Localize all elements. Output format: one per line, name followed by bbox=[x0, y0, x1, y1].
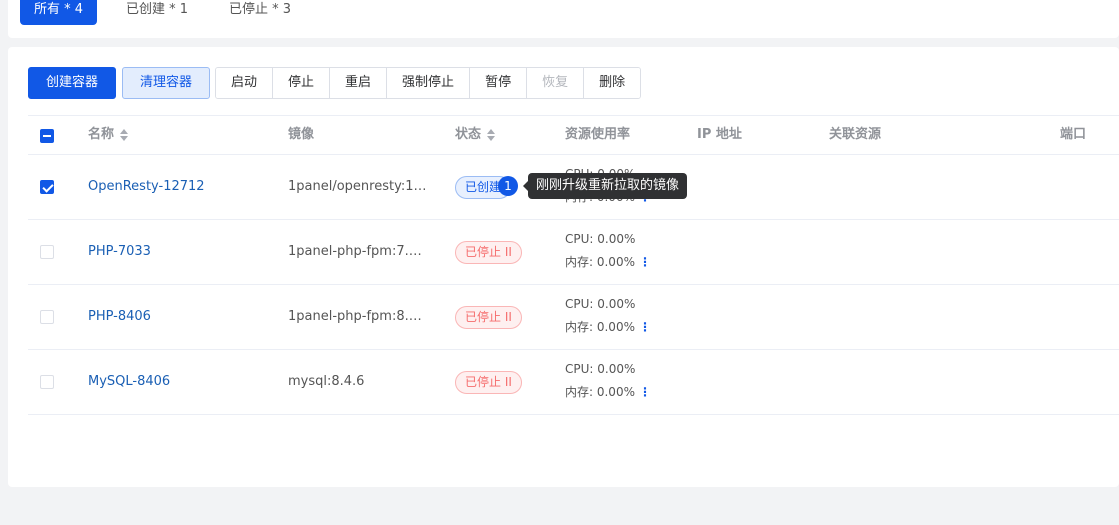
cpu-usage: CPU: 0.00% bbox=[565, 362, 636, 376]
more-icon[interactable]: ⋮ bbox=[639, 320, 651, 334]
select-all-checkbox[interactable] bbox=[40, 129, 54, 143]
row-checkbox[interactable] bbox=[40, 245, 54, 259]
memory-usage: 内存: 0.00% bbox=[565, 320, 635, 334]
cpu-usage: CPU: 0.00% bbox=[565, 297, 636, 311]
column-name-header[interactable]: 名称 bbox=[88, 116, 129, 156]
table-row: PHP-7033 1panel-php-fpm:7.0.33 已停止 II CP… bbox=[28, 220, 1119, 285]
pause-button[interactable]: 暂停 bbox=[470, 68, 528, 98]
container-name-link[interactable]: MySQL-8406 bbox=[88, 374, 170, 389]
column-status-label: 状态 bbox=[455, 127, 482, 142]
table-row: MySQL-8406 mysql:8.4.6 已停止 II CPU: 0.00%… bbox=[28, 350, 1119, 415]
sort-icon[interactable] bbox=[487, 128, 496, 141]
row-checkbox[interactable] bbox=[40, 310, 54, 324]
force-stop-button[interactable]: 强制停止 bbox=[387, 68, 471, 98]
cpu-usage: CPU: 0.00% bbox=[565, 232, 636, 246]
status-badge[interactable]: 已停止 II bbox=[455, 241, 522, 264]
status-badge[interactable]: 已停止 II bbox=[455, 371, 522, 394]
container-action-group: 启动 停止 重启 强制停止 暂停 恢复 删除 bbox=[215, 67, 642, 99]
column-port-header: 端口 bbox=[1060, 127, 1087, 142]
clean-container-button[interactable]: 清理容器 bbox=[122, 67, 210, 99]
container-name-link[interactable]: PHP-8406 bbox=[88, 309, 151, 324]
table-header: 名称 镜像 状态 资源使用率 IP 地址 关联资源 端口 bbox=[28, 115, 1119, 155]
delete-button[interactable]: 删除 bbox=[584, 68, 641, 98]
row-checkbox[interactable] bbox=[40, 180, 54, 194]
column-status-header[interactable]: 状态 bbox=[455, 116, 496, 156]
resume-button[interactable]: 恢复 bbox=[527, 68, 585, 98]
column-usage-header: 资源使用率 bbox=[565, 127, 631, 142]
resource-usage: CPU: 0.00% 内存: 0.00% ⋮ bbox=[565, 228, 651, 274]
column-related-header: 关联资源 bbox=[829, 127, 882, 142]
tab-stopped[interactable]: 已停止 * 3 bbox=[215, 0, 305, 25]
container-name-link[interactable]: PHP-7033 bbox=[88, 244, 151, 259]
restart-button[interactable]: 重启 bbox=[330, 68, 388, 98]
column-ip-header: IP 地址 bbox=[697, 127, 742, 142]
new-image-count-badge: 1 bbox=[498, 176, 518, 196]
column-name-label: 名称 bbox=[88, 127, 115, 142]
column-image-header: 镜像 bbox=[288, 127, 315, 142]
resource-usage: CPU: 0.00% 内存: 0.00% ⋮ bbox=[565, 293, 651, 339]
container-image: 1panel-php-fpm:7.0.33 bbox=[288, 244, 428, 259]
table-row: PHP-8406 1panel-php-fpm:8.4.6 已停止 II CPU… bbox=[28, 285, 1119, 350]
container-name-link[interactable]: OpenResty-12712 bbox=[88, 179, 205, 194]
container-image: 1panel-php-fpm:8.4.6 bbox=[288, 309, 428, 324]
more-icon[interactable]: ⋮ bbox=[639, 255, 651, 269]
memory-usage: 内存: 0.00% bbox=[565, 385, 635, 399]
container-image: 1panel/openresty:1.27.1.2-0-1-focal bbox=[288, 179, 428, 194]
status-badge[interactable]: 已停止 II bbox=[455, 306, 522, 329]
filter-tab-bar: 所有 * 4 已创建 * 1 已停止 * 3 bbox=[8, 0, 1119, 38]
memory-usage: 内存: 0.00% bbox=[565, 255, 635, 269]
start-button[interactable]: 启动 bbox=[216, 68, 274, 98]
tab-created[interactable]: 已创建 * 1 bbox=[112, 0, 202, 25]
status-tooltip: 刚刚升级重新拉取的镜像 bbox=[522, 173, 688, 199]
container-image: mysql:8.4.6 bbox=[288, 374, 365, 389]
sort-icon[interactable] bbox=[120, 128, 129, 141]
tab-all[interactable]: 所有 * 4 bbox=[20, 0, 98, 25]
row-checkbox[interactable] bbox=[40, 375, 54, 389]
resource-usage: CPU: 0.00% 内存: 0.00% ⋮ bbox=[565, 358, 651, 404]
more-icon[interactable]: ⋮ bbox=[639, 385, 651, 399]
container-panel: 创建容器 清理容器 启动 停止 重启 强制停止 暂停 恢复 删除 名称 镜像 状… bbox=[8, 47, 1119, 487]
create-container-button[interactable]: 创建容器 bbox=[28, 67, 116, 99]
stop-button[interactable]: 停止 bbox=[273, 68, 331, 98]
